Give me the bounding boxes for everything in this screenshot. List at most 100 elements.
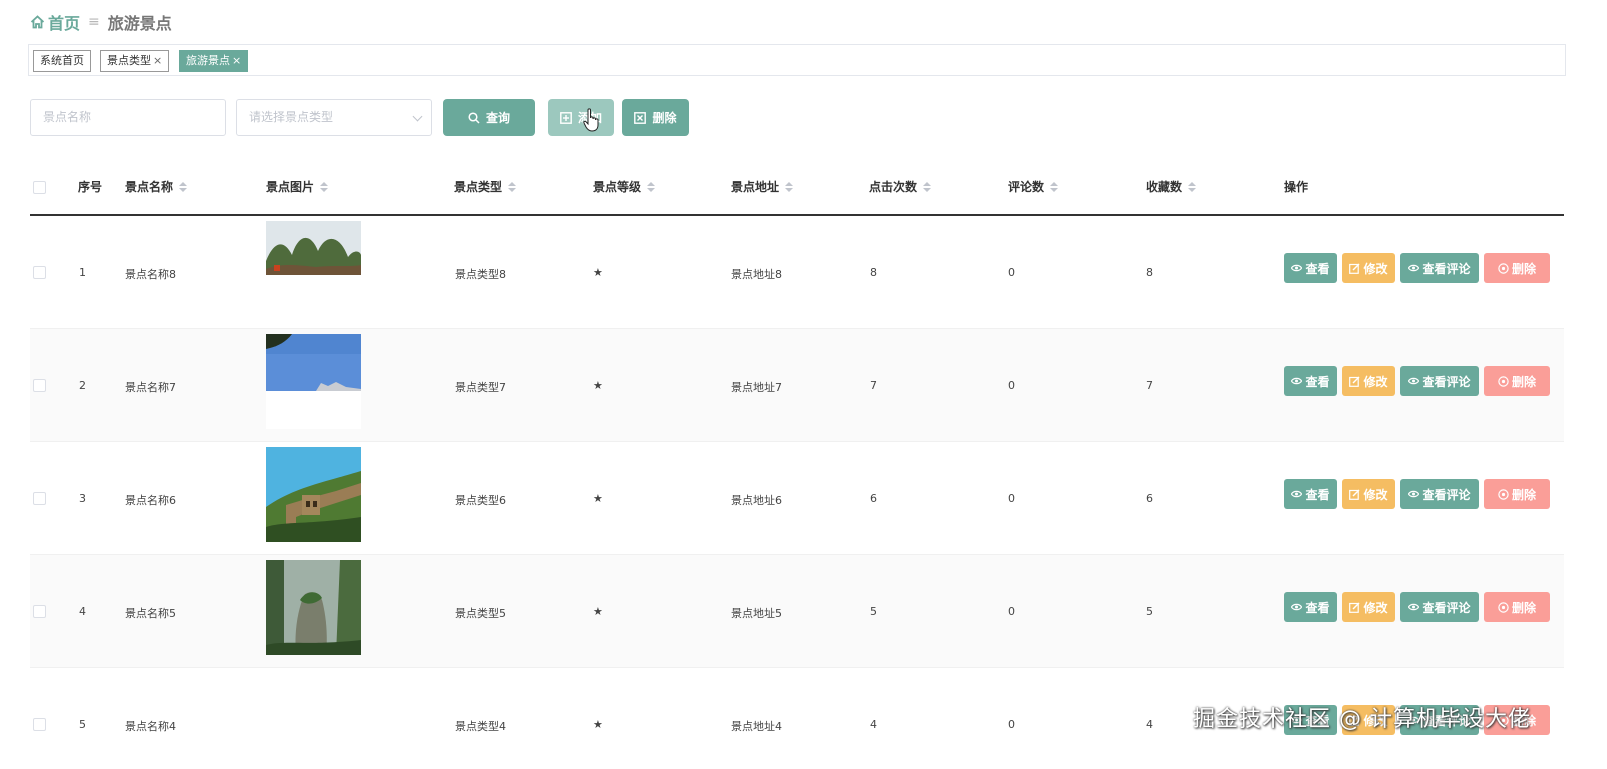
column-header-label: 景点类型 — [454, 180, 503, 194]
column-header-address[interactable]: 景点地址 — [731, 160, 794, 214]
column-header-name[interactable]: 景点名称 — [125, 160, 188, 214]
view-comments-button[interactable]: 查看评论 — [1400, 592, 1479, 622]
row-checkbox[interactable] — [33, 379, 46, 392]
batch-delete-button-label: 删除 — [652, 111, 677, 125]
tab-label: 旅游景点 — [186, 54, 230, 67]
column-header-level[interactable]: 景点等级 — [593, 160, 656, 214]
row-comment-count: 0 — [1008, 266, 1015, 279]
scenic-name-placeholder: 景点名称 — [43, 110, 92, 124]
row-click-count: 4 — [870, 718, 877, 731]
row-checkbox[interactable] — [33, 266, 46, 279]
row-actions: 查看 修改 查看评论 删除 — [1284, 479, 1550, 509]
view-button[interactable]: 查看 — [1284, 479, 1337, 509]
edit-button[interactable]: 修改 — [1342, 592, 1395, 622]
close-circle-icon — [1498, 601, 1509, 613]
eye-icon — [1291, 603, 1303, 611]
row-scenic-name: 景点名称5 — [125, 607, 176, 620]
query-button-label: 查询 — [485, 111, 510, 125]
close-icon[interactable]: × — [232, 54, 241, 67]
scenic-image[interactable] — [266, 560, 361, 655]
column-header-comments[interactable]: 评论数 — [1008, 160, 1059, 214]
view-comments-button[interactable]: 查看评论 — [1400, 366, 1479, 396]
scenic-image[interactable] — [266, 221, 361, 316]
scenic-name-input[interactable]: 景点名称 — [30, 99, 226, 136]
sort-icon[interactable] — [320, 182, 329, 192]
row-favorite-count: 4 — [1146, 718, 1153, 731]
edit-button[interactable]: 修改 — [1342, 253, 1395, 283]
view-comments-button-label: 查看评论 — [1422, 261, 1471, 276]
sort-icon[interactable] — [1050, 182, 1059, 192]
view-button[interactable]: 查看 — [1284, 592, 1337, 622]
column-header-label: 操作 — [1284, 180, 1309, 194]
table-header: 序号 景点名称 景点图片 景点类型 景点等级 景点地址 点击次数 评论数 收藏数… — [30, 160, 1564, 216]
add-button[interactable]: 添加 — [548, 99, 614, 136]
scenic-type-select[interactable]: 请选择景点类型 — [236, 99, 432, 136]
view-comments-button[interactable]: 查看评论 — [1400, 253, 1479, 283]
batch-delete-button[interactable]: 删除 — [622, 99, 689, 136]
row-scenic-level: ★ — [593, 266, 603, 279]
edit-button[interactable]: 修改 — [1342, 366, 1395, 396]
table-row: 3 景点名称6 景点类型6 ★ 景点地址6 6 0 6 查看 修改 查看评论 删… — [30, 442, 1564, 555]
delete-button[interactable]: 删除 — [1484, 253, 1550, 283]
column-header-image[interactable]: 景点图片 — [266, 160, 329, 214]
edit-button[interactable]: 修改 — [1342, 479, 1395, 509]
delete-button[interactable]: 删除 — [1484, 592, 1550, 622]
row-index: 1 — [79, 266, 86, 279]
row-scenic-address: 景点地址8 — [731, 268, 782, 281]
scenic-image[interactable] — [266, 334, 361, 429]
breadcrumb-home[interactable]: 首页 — [30, 10, 80, 34]
tab-scenic-spots[interactable]: 旅游景点 × — [179, 50, 249, 72]
edit-icon — [1349, 602, 1360, 613]
select-all-checkbox[interactable] — [33, 181, 46, 194]
breadcrumb-current: 旅游景点 — [107, 14, 172, 33]
scenic-image[interactable] — [266, 447, 361, 542]
view-button-label: 查看 — [1305, 487, 1330, 502]
table-row: 2 景点名称7 景点类型7 ★ 景点地址7 7 0 7 查看 修改 查看评论 删… — [30, 329, 1564, 442]
column-header-label: 景点名称 — [125, 180, 174, 194]
row-comment-count: 0 — [1008, 492, 1015, 505]
eye-icon — [1408, 377, 1420, 385]
row-scenic-level: ★ — [593, 605, 603, 618]
row-scenic-type: 景点类型7 — [455, 381, 506, 394]
delete-button[interactable]: 删除 — [1484, 479, 1550, 509]
table-body: 1 景点名称8 景点类型8 ★ 景点地址8 8 0 8 查看 修改 查看评论 删… — [30, 216, 1564, 769]
query-button[interactable]: 查询 — [443, 99, 535, 136]
row-checkbox[interactable] — [33, 492, 46, 505]
close-icon[interactable]: × — [153, 54, 162, 67]
column-header-clicks[interactable]: 点击次数 — [869, 160, 932, 214]
row-scenic-name: 景点名称6 — [125, 494, 176, 507]
row-checkbox[interactable] — [33, 605, 46, 618]
sort-icon[interactable] — [508, 182, 517, 192]
row-comment-count: 0 — [1008, 718, 1015, 731]
table-row: 1 景点名称8 景点类型8 ★ 景点地址8 8 0 8 查看 修改 查看评论 删… — [30, 216, 1564, 329]
column-header-favorites[interactable]: 收藏数 — [1146, 160, 1197, 214]
row-scenic-type: 景点类型6 — [455, 494, 506, 507]
breadcrumb-separator: ≡ — [88, 14, 100, 30]
view-comments-button[interactable]: 查看评论 — [1400, 479, 1479, 509]
eye-icon — [1291, 264, 1303, 272]
row-scenic-address: 景点地址7 — [731, 381, 782, 394]
edit-icon — [1349, 489, 1360, 500]
tab-scenic-type[interactable]: 景点类型 × — [100, 50, 170, 72]
sort-icon[interactable] — [923, 182, 932, 192]
edit-button-label: 修改 — [1363, 261, 1388, 276]
row-scenic-name: 景点名称7 — [125, 381, 176, 394]
delete-button[interactable]: 删除 — [1484, 366, 1550, 396]
column-header-type[interactable]: 景点类型 — [454, 160, 517, 214]
row-actions: 查看 修改 查看评论 删除 — [1284, 366, 1550, 396]
row-checkbox[interactable] — [33, 718, 46, 731]
close-circle-icon — [1498, 375, 1509, 387]
edit-icon — [1349, 376, 1360, 387]
watermark: 掘金技术社区 @ 计算机毕设大佬 — [1193, 707, 1531, 732]
column-header-label: 序号 — [78, 180, 103, 194]
view-button[interactable]: 查看 — [1284, 253, 1337, 283]
view-button[interactable]: 查看 — [1284, 366, 1337, 396]
close-circle-icon — [1498, 262, 1509, 274]
column-header-label: 评论数 — [1008, 180, 1045, 194]
tab-system-home[interactable]: 系统首页 — [33, 50, 91, 72]
row-click-count: 5 — [870, 605, 877, 618]
sort-icon[interactable] — [179, 182, 188, 192]
sort-icon[interactable] — [785, 182, 794, 192]
sort-icon[interactable] — [1188, 182, 1197, 192]
sort-icon[interactable] — [647, 182, 656, 192]
